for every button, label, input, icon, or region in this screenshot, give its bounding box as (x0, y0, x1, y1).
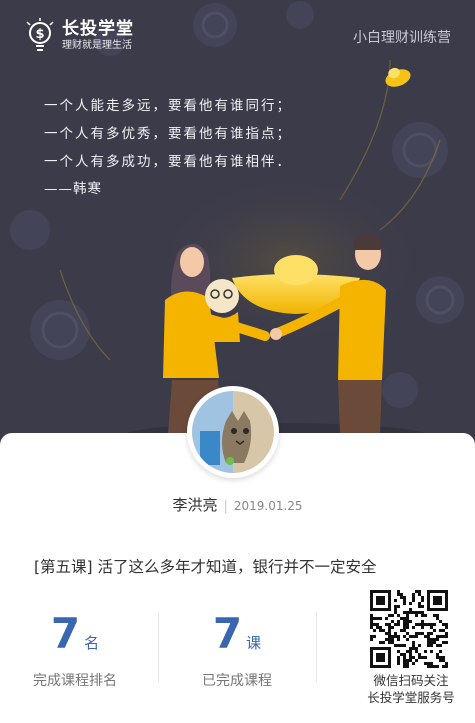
qr-caption: 微信扫码关注 长投学堂服务号 (356, 672, 466, 706)
quote-author: ——韩寒 (44, 181, 102, 197)
brand-name: 长投学堂 (62, 19, 134, 39)
user-info: 李洪亮 | 2019.01.25 (0, 494, 475, 515)
user-name: 李洪亮 (172, 496, 218, 514)
rank-caption: 完成课程排名 (33, 673, 117, 689)
qr-code-icon[interactable] (370, 590, 448, 668)
qr-caption-line: 微信扫码关注 (373, 673, 449, 688)
rank-value: 7 (50, 609, 81, 658)
cat-avatar-icon (192, 391, 274, 473)
share-poster: $ 长投学堂 理财就是理生活 小白理财训练营 一个人能走多远，要看他有谁同行； … (0, 0, 475, 723)
rank-unit: 名 (84, 634, 100, 652)
brand: $ 长投学堂 理财就是理生活 (24, 18, 134, 54)
lightbulb-dollar-icon: $ (26, 18, 54, 51)
program-name: 小白理财训练营 (353, 30, 451, 46)
brand-slogan: 理财就是理生活 (62, 40, 132, 51)
completed-value: 7 (212, 609, 243, 658)
quote-line: 一个人有多优秀，要看他有谁指点； (44, 126, 292, 142)
completed-caption: 已完成课程 (202, 673, 272, 689)
quote-block: 一个人能走多远，要看他有谁同行； 一个人有多优秀，要看他有谁指点； 一个人有多成… (44, 92, 292, 202)
user-date: 2019.01.25 (233, 499, 303, 513)
avatar (187, 386, 279, 478)
lesson-title: [第五课] 活了这么多年才知道，银行并不一定安全 (34, 558, 377, 576)
quote-line: 一个人能走多远，要看他有谁同行； (44, 98, 292, 114)
completed-unit: 课 (246, 634, 262, 652)
quote-line: 一个人有多成功，要看他有谁相伴． (44, 154, 292, 170)
svg-text:$: $ (35, 27, 44, 42)
stat-divider (316, 612, 317, 682)
hero-banner: $ 长投学堂 理财就是理生活 小白理财训练营 一个人能走多远，要看他有谁同行； … (0, 0, 475, 445)
user-separator: | (223, 499, 228, 514)
hero-illustration (10, 1, 464, 445)
stat-divider (158, 612, 159, 682)
stat-rank: 7名 完成课程排名 (0, 608, 150, 690)
stat-completed: 7课 已完成课程 (162, 608, 312, 690)
qr-caption-line: 长投学堂服务号 (367, 690, 455, 705)
